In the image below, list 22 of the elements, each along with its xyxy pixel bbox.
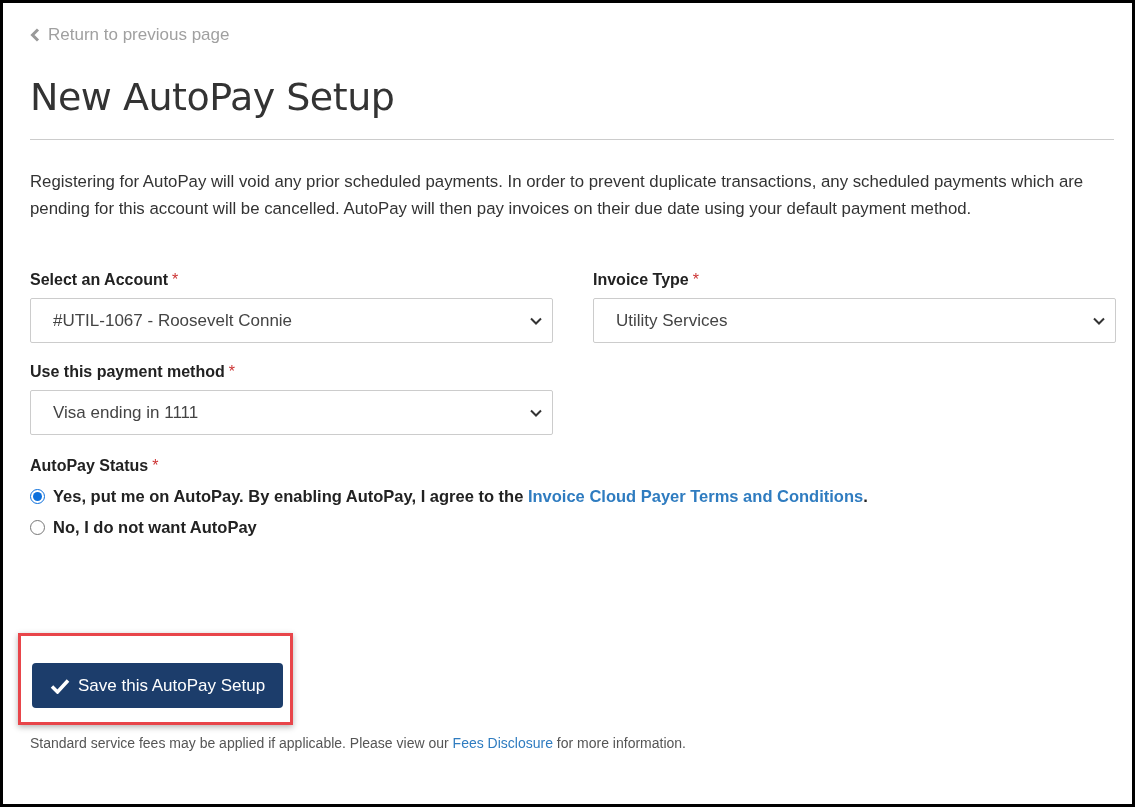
radio-label[interactable]: No, I do not want AutoPay	[53, 518, 257, 537]
field-label: Select an Account *	[30, 271, 179, 289]
checkmark-icon	[50, 677, 70, 694]
field-label: Use this payment method *	[30, 363, 235, 381]
fees-note: Standard service fees may be applied if applicable. Please view our Fees Disclosure for more information.	[30, 735, 687, 751]
terms-link[interactable]: Invoice Cloud Payer Terms and Conditions	[527, 487, 864, 505]
select-dropdown[interactable]: Utility Services	[593, 298, 1116, 343]
fees-link[interactable]: Fees Disclosure	[452, 735, 553, 751]
save-button[interactable]: Save this AutoPay Setup	[32, 663, 284, 708]
chevron-down-icon	[1093, 316, 1105, 325]
radio-button[interactable]	[30, 489, 45, 504]
select-dropdown[interactable]: Visa ending in 1111	[30, 390, 553, 435]
chevron-down-icon	[530, 408, 542, 417]
notice-text: Registering for AutoPay will void any prior scheduled payments. In order to prevent duplicate transactions, any scheduled payments which are pending for this account will be cancelled. AutoPay will then pay invoices on their due date using your default payment method.	[30, 171, 1085, 220]
chevron-left-icon	[30, 28, 40, 42]
field-label: Invoice Type *	[593, 271, 699, 289]
radio-label[interactable]: Yes, put me on AutoPay. By enabling AutoPay, I agree to the Invoice Cloud Payer Terms and Conditions.	[53, 487, 868, 506]
select-dropdown[interactable]: #UTIL-1067 - Roosevelt Connie	[30, 298, 553, 343]
chevron-down-icon	[530, 316, 542, 325]
radio-button[interactable]	[30, 520, 45, 535]
field-label: AutoPay Status *	[30, 457, 159, 475]
page-title: New AutoPay Setup	[30, 75, 395, 119]
